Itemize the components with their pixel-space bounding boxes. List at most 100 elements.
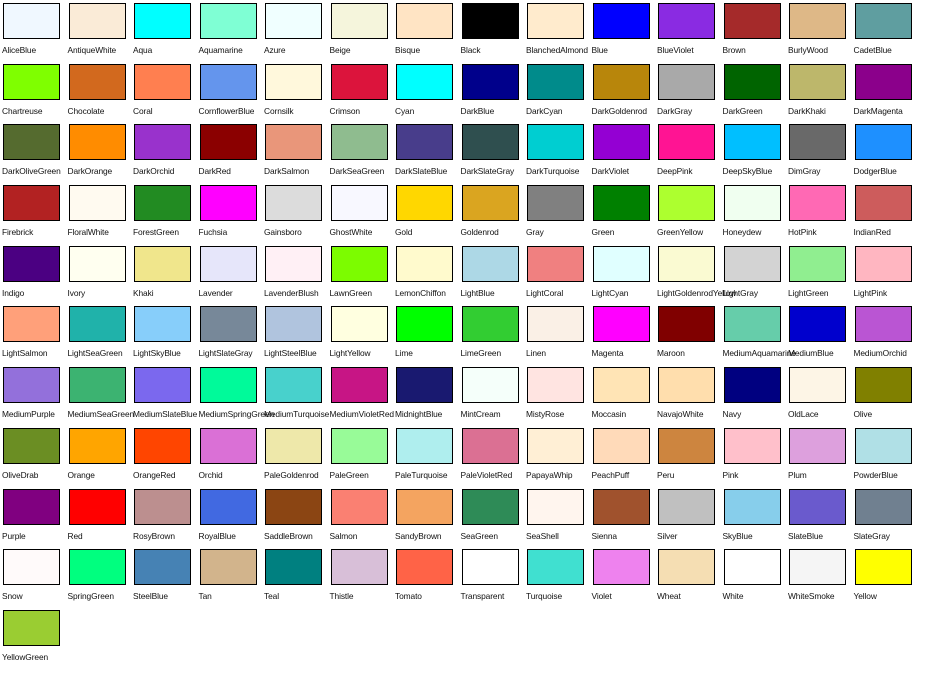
color-swatch-item[interactable]: Orange	[68, 427, 134, 489]
color-swatch-item[interactable]: DarkOrchid	[133, 124, 199, 185]
color-swatch-item[interactable]: NavajoWhite	[657, 367, 723, 428]
color-swatch[interactable]	[854, 488, 912, 525]
color-swatch-item[interactable]: LightYellow	[330, 306, 396, 367]
color-swatch-item[interactable]: Cyan	[395, 63, 461, 125]
color-swatch-item[interactable]: Chocolate	[68, 63, 134, 125]
color-swatch-item[interactable]: Aqua	[133, 3, 199, 64]
color-swatch-item[interactable]: Tan	[199, 549, 265, 610]
color-swatch[interactable]	[592, 549, 650, 586]
color-swatch[interactable]	[199, 185, 257, 222]
color-swatch-item[interactable]: GhostWhite	[330, 185, 396, 246]
color-swatch-item[interactable]: Pink	[723, 427, 789, 489]
color-swatch[interactable]	[265, 549, 322, 586]
color-swatch[interactable]	[3, 488, 60, 525]
color-swatch-item[interactable]: AliceBlue	[2, 3, 68, 64]
color-swatch-item[interactable]: Crimson	[330, 63, 396, 125]
color-swatch-item[interactable]: MediumAquamarine	[723, 306, 796, 367]
color-swatch[interactable]	[461, 367, 519, 404]
color-swatch[interactable]	[68, 124, 126, 161]
color-swatch-item[interactable]: BlanchedAlmond	[526, 3, 592, 64]
color-swatch-item[interactable]: AntiqueWhite	[68, 3, 134, 64]
color-swatch-item[interactable]: YellowGreen	[2, 609, 68, 671]
color-swatch-item[interactable]: Peru	[657, 427, 723, 489]
color-swatch-item[interactable]: LawnGreen	[330, 245, 396, 307]
color-swatch-item[interactable]: LightCyan	[592, 245, 658, 307]
color-swatch[interactable]	[68, 488, 126, 525]
color-swatch-item[interactable]: Violet	[592, 549, 658, 610]
color-swatch[interactable]	[461, 245, 519, 282]
color-swatch[interactable]	[854, 63, 912, 100]
color-swatch[interactable]	[330, 427, 388, 464]
color-swatch[interactable]	[68, 245, 126, 282]
color-swatch-item[interactable]: DarkGray	[657, 63, 723, 125]
color-swatch-item[interactable]: CornflowerBlue	[199, 63, 265, 125]
color-swatch-item[interactable]: SkyBlue	[723, 488, 789, 550]
color-swatch[interactable]	[396, 185, 453, 222]
color-swatch[interactable]	[265, 124, 322, 161]
color-swatch[interactable]	[592, 367, 650, 404]
color-swatch[interactable]	[265, 185, 322, 222]
color-swatch-item[interactable]: Bisque	[395, 3, 461, 64]
color-swatch-item[interactable]: DarkOrange	[68, 124, 134, 185]
color-swatch[interactable]	[199, 427, 257, 464]
color-swatch-item[interactable]: MediumTurquoise	[264, 367, 330, 428]
color-swatch[interactable]	[723, 306, 781, 343]
color-swatch[interactable]	[68, 3, 126, 39]
color-swatch-item[interactable]: MediumPurple	[2, 367, 68, 428]
color-swatch-item[interactable]: MediumBlue	[788, 306, 854, 367]
color-swatch-item[interactable]: Snow	[2, 549, 68, 610]
color-swatch-item[interactable]: PapayaWhip	[526, 427, 592, 489]
color-swatch[interactable]	[854, 3, 912, 39]
color-swatch[interactable]	[3, 3, 60, 39]
color-swatch-item[interactable]: PaleTurquoise	[395, 427, 461, 489]
color-swatch-item[interactable]: SaddleBrown	[264, 488, 330, 550]
color-swatch[interactable]	[592, 427, 650, 464]
color-swatch-item[interactable]: Magenta	[592, 306, 658, 367]
color-swatch-item[interactable]: DarkGreen	[723, 63, 789, 125]
color-swatch[interactable]	[789, 306, 846, 343]
color-swatch[interactable]	[265, 367, 322, 404]
color-swatch-item[interactable]: Purple	[2, 488, 68, 550]
color-swatch[interactable]	[330, 63, 388, 100]
color-swatch-item[interactable]: MidnightBlue	[395, 367, 461, 428]
color-swatch-item[interactable]: SeaShell	[526, 488, 592, 550]
color-swatch[interactable]	[658, 367, 715, 404]
color-swatch-item[interactable]: LightSkyBlue	[133, 306, 199, 367]
color-swatch-item[interactable]: DarkSlateGray	[461, 124, 527, 185]
color-swatch[interactable]	[396, 124, 453, 161]
color-swatch[interactable]	[723, 488, 781, 525]
color-swatch-item[interactable]: SlateBlue	[788, 488, 854, 550]
color-swatch[interactable]	[723, 549, 781, 586]
color-swatch-item[interactable]: LightGoldenrodYellow	[657, 245, 736, 307]
color-swatch[interactable]	[199, 124, 257, 161]
color-swatch-item[interactable]: DarkSeaGreen	[330, 124, 396, 185]
color-swatch[interactable]	[854, 549, 912, 586]
color-swatch[interactable]	[527, 549, 584, 586]
color-swatch-item[interactable]: SteelBlue	[133, 549, 199, 610]
color-swatch[interactable]	[723, 3, 781, 39]
color-swatch[interactable]	[658, 185, 715, 222]
color-swatch[interactable]	[68, 367, 126, 404]
color-swatch[interactable]	[134, 124, 191, 161]
color-swatch-item[interactable]: DodgerBlue	[854, 124, 920, 185]
color-swatch[interactable]	[527, 306, 584, 343]
color-swatch-item[interactable]: GreenYellow	[657, 185, 723, 246]
color-swatch-item[interactable]: MediumOrchid	[854, 306, 920, 367]
color-swatch-item[interactable]: Wheat	[657, 549, 723, 610]
color-swatch[interactable]	[854, 367, 912, 404]
color-swatch[interactable]	[396, 367, 453, 404]
color-swatch-item[interactable]: LemonChiffon	[395, 245, 461, 307]
color-swatch-item[interactable]: Chartreuse	[2, 63, 68, 125]
color-swatch[interactable]	[199, 306, 257, 343]
color-swatch[interactable]	[592, 185, 650, 222]
color-swatch[interactable]	[592, 124, 650, 161]
color-swatch-item[interactable]: Lime	[395, 306, 461, 367]
color-swatch-item[interactable]: DarkBlue	[461, 63, 527, 125]
color-swatch[interactable]	[461, 488, 519, 525]
color-swatch[interactable]	[134, 3, 191, 39]
color-swatch[interactable]	[592, 3, 650, 39]
color-swatch-item[interactable]: Lavender	[199, 245, 265, 307]
color-swatch-item[interactable]: WhiteSmoke	[788, 549, 854, 610]
color-swatch-item[interactable]: LightGray	[723, 245, 789, 307]
color-swatch-item[interactable]: PaleGreen	[330, 427, 396, 489]
